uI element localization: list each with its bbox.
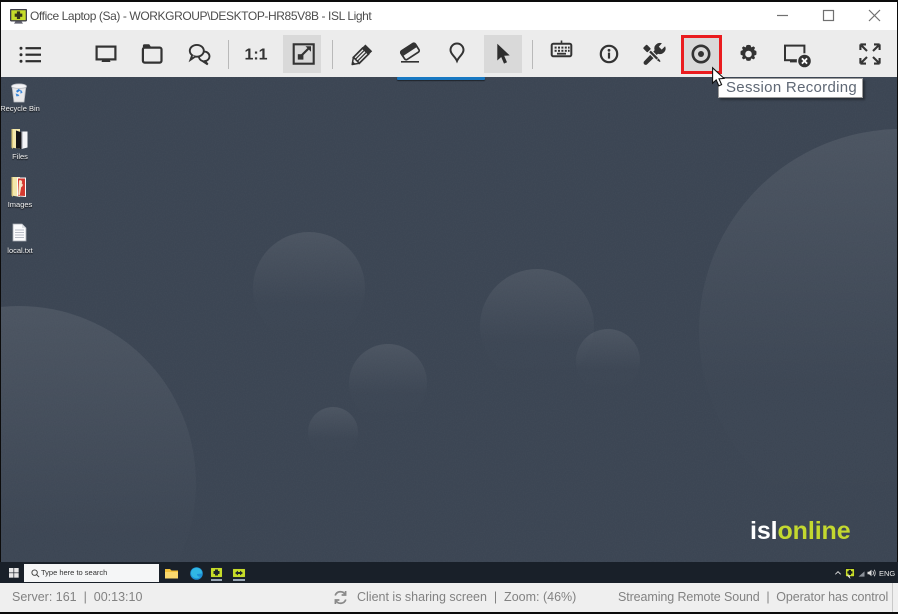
svg-text:1:1: 1:1	[244, 47, 267, 64]
